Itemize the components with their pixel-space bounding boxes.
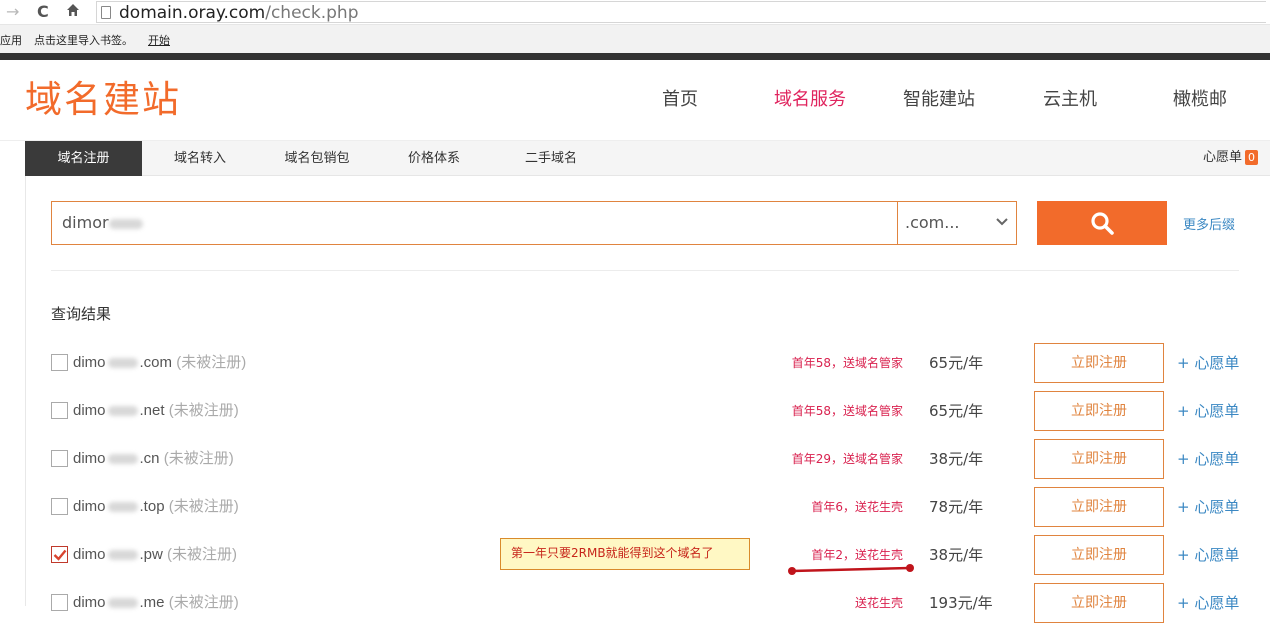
row-checkbox[interactable]	[51, 402, 68, 419]
nav-cloud-host[interactable]: 云主机	[1043, 88, 1097, 112]
result-row: dimo .cn (未被注册) 首年29，送域名管家 38元/年 立即注册 + 心…	[0, 439, 1270, 479]
promo-text: 送花生壳	[854, 596, 903, 610]
page-icon	[101, 6, 111, 19]
annotation-note: 第一年只要2RMB就能得到这个域名了	[500, 538, 750, 570]
tab-price-system[interactable]: 价格体系	[376, 141, 492, 176]
domain-name: dimo .cn (未被注册)	[73, 450, 234, 467]
tab-domain-package[interactable]: 域名包销包	[258, 141, 376, 176]
domain-name: dimo .net (未被注册)	[73, 402, 239, 419]
promo-text: 首年29，送域名管家	[791, 452, 903, 466]
chevron-down-icon	[996, 218, 1008, 226]
reload-icon[interactable]: C	[37, 2, 49, 22]
result-row: dimo .net (未被注册) 首年58，送域名管家 65元/年 立即注册 + …	[0, 391, 1270, 431]
add-wishlist-link[interactable]: + 心愿单	[1177, 353, 1239, 373]
result-row: dimo .top (未被注册) 首年6，送花生壳 78元/年 立即注册 + 心愿…	[0, 487, 1270, 527]
promo-text: 首年2，送花生壳	[811, 548, 903, 562]
content-divider	[51, 270, 1239, 271]
register-button[interactable]: 立即注册	[1034, 583, 1164, 623]
register-button[interactable]: 立即注册	[1034, 487, 1164, 527]
blurred-text	[108, 218, 143, 229]
search-icon	[1091, 212, 1114, 235]
blurred-text	[107, 550, 138, 561]
subnav: 域名注册 域名转入 域名包销包 价格体系 二手域名 心愿单 0	[25, 141, 1270, 176]
price: 38元/年	[929, 546, 984, 564]
top-strip	[0, 53, 1270, 60]
domain-name: dimo .top (未被注册)	[73, 498, 239, 515]
suffix-value: .com...	[905, 213, 960, 232]
price: 193元/年	[929, 594, 993, 612]
domain-name: dimo .me (未被注册)	[73, 594, 239, 611]
bookmark-import[interactable]: 点击这里导入书签。	[34, 32, 133, 48]
site-logo[interactable]: 域名建站	[25, 75, 181, 125]
blurred-text	[107, 358, 138, 369]
search-input[interactable]: dimor	[62, 213, 143, 233]
blurred-text	[107, 598, 138, 609]
suffix-select[interactable]: .com...	[897, 202, 1017, 244]
nav-site-builder[interactable]: 智能建站	[903, 88, 975, 112]
add-wishlist-link[interactable]: + 心愿单	[1177, 401, 1239, 421]
promo-text: 首年58，送域名管家	[791, 404, 903, 418]
price: 65元/年	[929, 354, 984, 372]
wishlist-label: 心愿单	[1202, 150, 1242, 165]
nav-domain-service[interactable]: 域名服务	[774, 88, 846, 112]
row-checkbox[interactable]	[51, 498, 68, 515]
browser-toolbar: → C domain.oray.com/check.php	[0, 0, 1270, 25]
register-button[interactable]: 立即注册	[1034, 535, 1164, 575]
blurred-text	[107, 406, 138, 417]
row-checkbox[interactable]	[51, 354, 68, 371]
bookmark-start[interactable]: 开始	[148, 32, 170, 48]
checkmark-icon	[53, 549, 67, 561]
bookmark-apps[interactable]: 应用	[0, 32, 22, 48]
promo-text: 首年6，送花生壳	[811, 500, 903, 514]
register-button[interactable]: 立即注册	[1034, 343, 1164, 383]
add-wishlist-link[interactable]: + 心愿单	[1177, 545, 1239, 565]
wishlist-count-badge: 0	[1245, 150, 1258, 165]
annotation-underline	[788, 564, 914, 575]
row-checkbox[interactable]	[51, 450, 68, 467]
add-wishlist-link[interactable]: + 心愿单	[1177, 497, 1239, 517]
address-url: domain.oray.com/check.php	[119, 3, 359, 23]
add-wishlist-link[interactable]: + 心愿单	[1177, 449, 1239, 469]
nav-mail[interactable]: 橄榄邮	[1173, 88, 1227, 112]
price: 78元/年	[929, 498, 984, 516]
domain-name: dimo .com (未被注册)	[73, 354, 247, 371]
nav-home[interactable]: 首页	[662, 88, 698, 112]
domain-name: dimo .pw (未被注册)	[73, 546, 238, 563]
register-button[interactable]: 立即注册	[1034, 391, 1164, 431]
add-wishlist-link[interactable]: + 心愿单	[1177, 593, 1239, 613]
row-checkbox[interactable]	[51, 546, 68, 563]
blurred-text	[107, 502, 138, 513]
tab-domain-transfer[interactable]: 域名转入	[142, 141, 258, 176]
register-button[interactable]: 立即注册	[1034, 439, 1164, 479]
forward-arrow-icon[interactable]: →	[6, 2, 19, 22]
tab-domain-register[interactable]: 域名注册	[25, 141, 142, 176]
search-button[interactable]	[1037, 201, 1167, 245]
domain-search-box: dimor .com...	[51, 201, 1017, 245]
bookmark-bar: 应用 点击这里导入书签。 开始	[0, 25, 1270, 53]
wishlist-link[interactable]: 心愿单 0	[1203, 150, 1258, 166]
row-checkbox[interactable]	[51, 594, 68, 611]
results-title: 查询结果	[51, 305, 112, 323]
promo-text: 首年58，送域名管家	[791, 356, 903, 370]
tab-second-hand-domain[interactable]: 二手域名	[492, 141, 610, 176]
price: 38元/年	[929, 450, 984, 468]
address-bar[interactable]: domain.oray.com/check.php	[96, 1, 1266, 23]
home-icon[interactable]	[65, 2, 81, 23]
result-row: dimo .me (未被注册) 送花生壳 193元/年 立即注册 + 心愿单	[0, 583, 1270, 623]
result-row: dimo .com (未被注册) 首年58，送域名管家 65元/年 立即注册 + …	[0, 343, 1270, 383]
more-suffix-link[interactable]: 更多后缀	[1183, 218, 1235, 234]
blurred-text	[107, 454, 138, 465]
price: 65元/年	[929, 402, 984, 420]
